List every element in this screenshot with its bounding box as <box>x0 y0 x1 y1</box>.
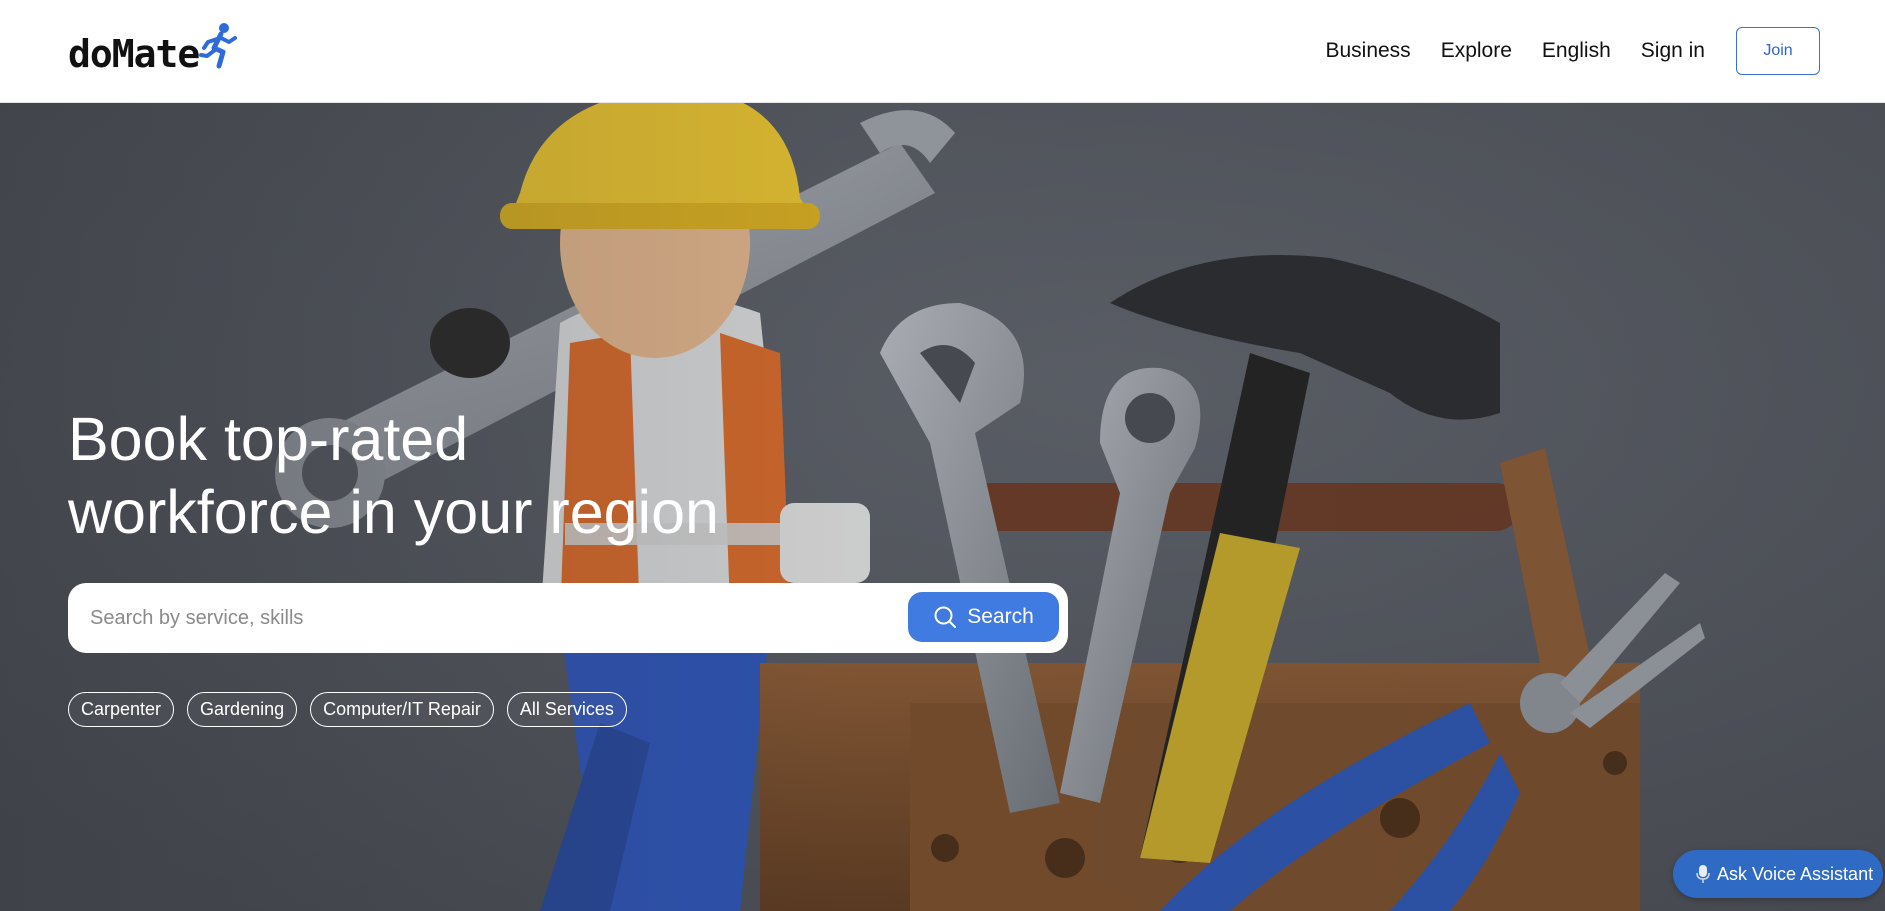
nav-language[interactable]: English <box>1542 27 1611 75</box>
headline-line-2: workforce in your region <box>68 478 719 546</box>
site-header: doMate Business Explore English Sign in … <box>0 0 1885 103</box>
chip-gardening[interactable]: Gardening <box>187 692 298 727</box>
search-icon <box>934 606 957 628</box>
chip-computer-it-repair[interactable]: Computer/IT Repair <box>310 692 494 727</box>
nav-explore[interactable]: Explore <box>1441 27 1512 75</box>
microphone-icon <box>1696 865 1710 883</box>
voice-assistant-button[interactable]: Ask Voice Assistant <box>1673 850 1883 898</box>
join-button[interactable]: Join <box>1736 27 1820 75</box>
voice-assistant-label: Ask Voice Assistant <box>1717 863 1874 884</box>
headline-line-1: Book top-rated <box>68 405 469 473</box>
nav-business[interactable]: Business <box>1325 27 1410 75</box>
brand-name: doMate <box>68 32 200 76</box>
hero-headline: Book top-rated workforce in your region <box>68 403 968 549</box>
search-input[interactable] <box>90 598 870 638</box>
chip-carpenter[interactable]: Carpenter <box>68 692 175 727</box>
nav-sign-in[interactable]: Sign in <box>1641 27 1705 75</box>
running-person-icon <box>199 23 238 69</box>
chip-all-services[interactable]: All Services <box>506 692 627 727</box>
brand-logo[interactable]: doMate <box>68 22 239 82</box>
search-bar: Search <box>68 583 1068 653</box>
main-nav: Business Explore English Sign in Join <box>1325 27 1820 75</box>
service-chips: Carpenter Gardening Computer/IT Repair A… <box>68 692 640 727</box>
hero-section: Book top-rated workforce in your region … <box>0 103 1885 911</box>
search-button-label: Search <box>967 605 1034 628</box>
search-button[interactable]: Search <box>908 592 1059 642</box>
